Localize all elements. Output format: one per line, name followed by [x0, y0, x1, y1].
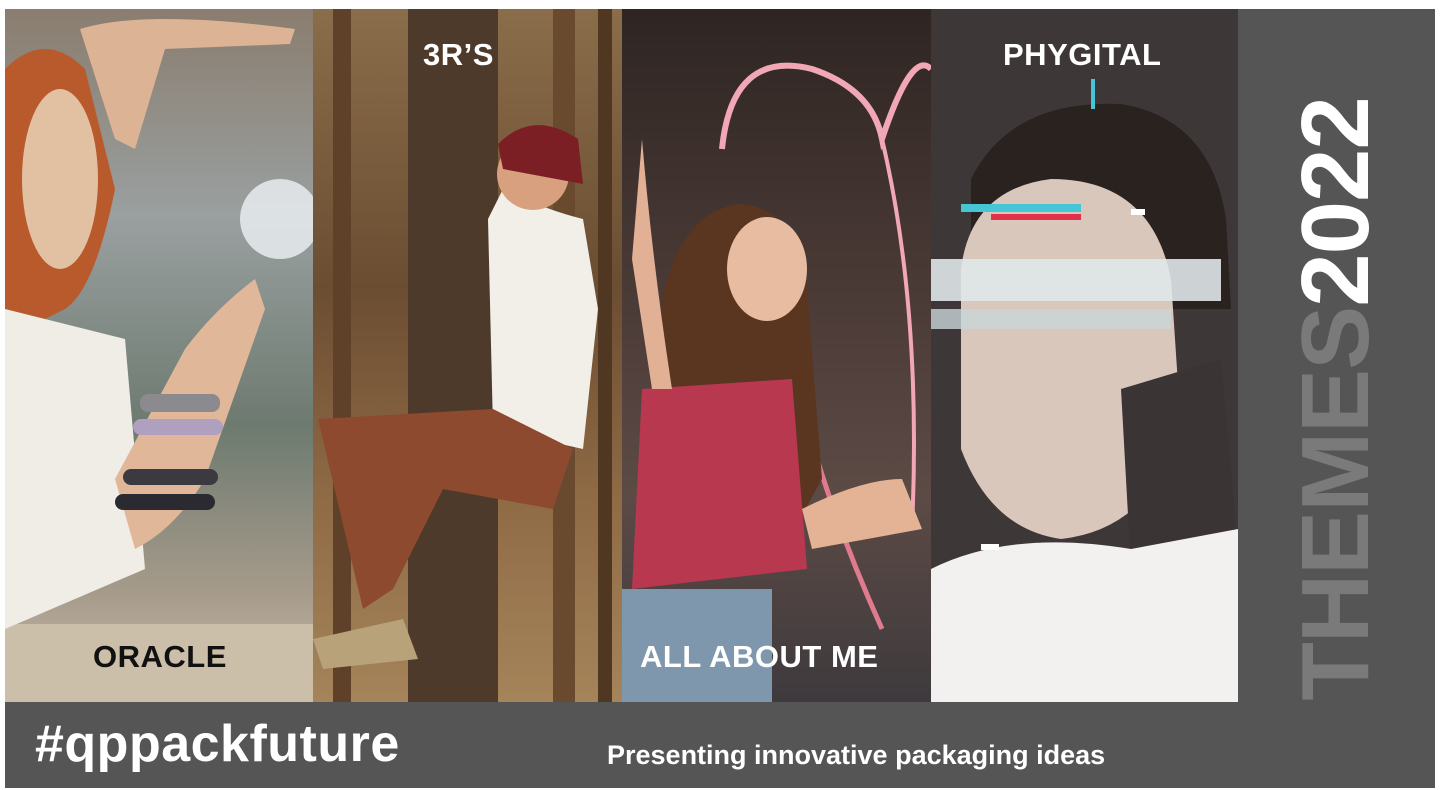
panel-3rs: 3R’S: [313, 9, 622, 702]
footer-bar: #qppackfuture Presenting innovative pack…: [5, 702, 1238, 788]
panel-label-all-about-me: ALL ABOUT ME: [640, 639, 879, 674]
neon-heart-photo: [622, 62, 931, 702]
panel-label-phygital: PHYGITAL: [1003, 37, 1162, 72]
panel-label-oracle: ORACLE: [93, 639, 227, 674]
side-bar: THEMES2022: [1238, 9, 1435, 788]
tree-hug-photo: [313, 9, 612, 702]
panel-phygital: PHYGITAL: [931, 9, 1238, 702]
panel-label-3rs: 3R’S: [423, 37, 494, 72]
oracle-photo: [5, 19, 313, 702]
glitch-portrait-photo: [931, 79, 1238, 702]
panel-all-about-me: ALL ABOUT ME: [622, 9, 931, 702]
themes-word: THEMES: [1282, 306, 1389, 701]
themes-year-title: THEMES2022: [1282, 97, 1389, 701]
year-word: 2022: [1282, 97, 1389, 307]
panel-oracle: ORACLE: [5, 9, 313, 702]
hashtag-text: #qppackfuture: [35, 715, 400, 773]
tagline-text: Presenting innovative packaging ideas: [607, 740, 1106, 770]
